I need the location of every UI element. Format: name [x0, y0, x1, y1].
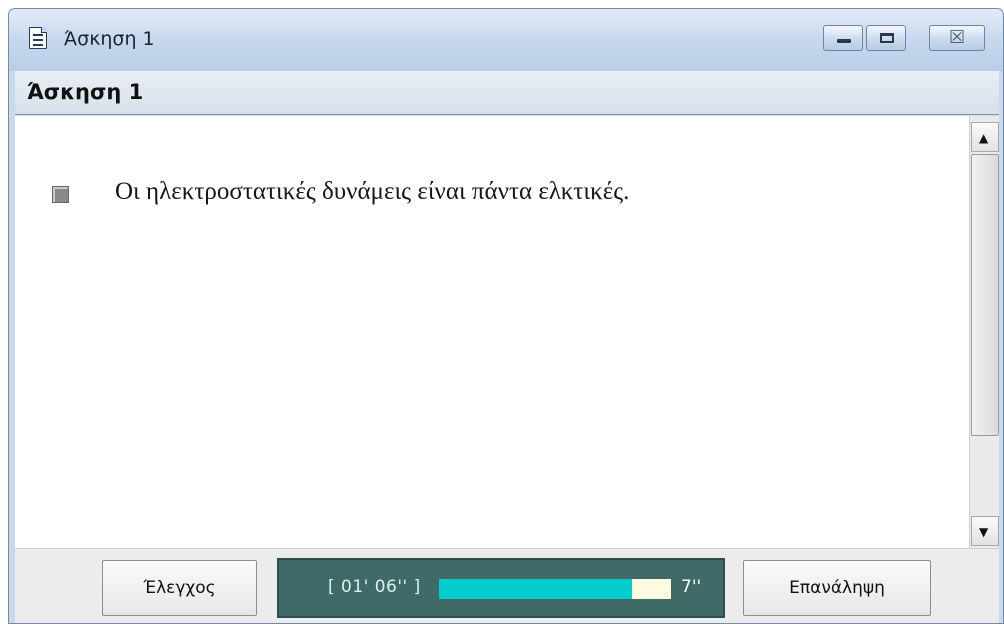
statement-checkbox[interactable]	[52, 186, 69, 203]
window-title: Άσκηση 1	[64, 28, 155, 50]
time-progress-bar	[439, 579, 671, 599]
minimize-button[interactable]	[823, 25, 863, 51]
arrow-up-icon: ▲	[979, 131, 989, 145]
scroll-thumb[interactable]	[971, 154, 999, 436]
scroll-up-button[interactable]: ▲	[971, 122, 999, 152]
repeat-button[interactable]: Επανάληψη	[743, 560, 931, 616]
arrow-down-icon: ▼	[979, 525, 989, 539]
maximize-button[interactable]	[866, 25, 906, 51]
exercise-title: Άσκηση 1	[27, 80, 144, 104]
check-button[interactable]: Έλεγχος	[102, 560, 257, 616]
title-bar[interactable]: Άσκηση 1 ☒	[9, 9, 1003, 71]
footer-toolbar: Έλεγχος [ 01' 06'' ] 7'' Επανάληψη	[15, 548, 999, 623]
close-button[interactable]: ☒	[929, 25, 985, 51]
exercise-content: Οι ηλεκτροστατικές δυνάμεις είναι πάντα …	[15, 116, 999, 548]
statement-text: Οι ηλεκτροστατικές δυνάμεις είναι πάντα …	[115, 178, 630, 205]
exercise-window: Άσκηση 1 ☒ Άσκηση 1 Οι ηλεκτροστατικές δ…	[8, 8, 1004, 624]
remaining-time: 7''	[681, 577, 702, 597]
timer-panel: [ 01' 06'' ] 7''	[277, 558, 725, 618]
vertical-scrollbar[interactable]: ▲ ▼	[969, 116, 999, 548]
minimize-icon	[837, 39, 851, 43]
time-progress-fill	[439, 579, 632, 599]
elapsed-time: [ 01' 06'' ]	[328, 577, 421, 597]
document-icon	[29, 27, 47, 49]
maximize-icon	[880, 33, 894, 43]
exercise-header: Άσκηση 1	[15, 71, 999, 115]
scroll-down-button[interactable]: ▼	[971, 516, 999, 546]
close-icon: ☒	[949, 27, 966, 48]
